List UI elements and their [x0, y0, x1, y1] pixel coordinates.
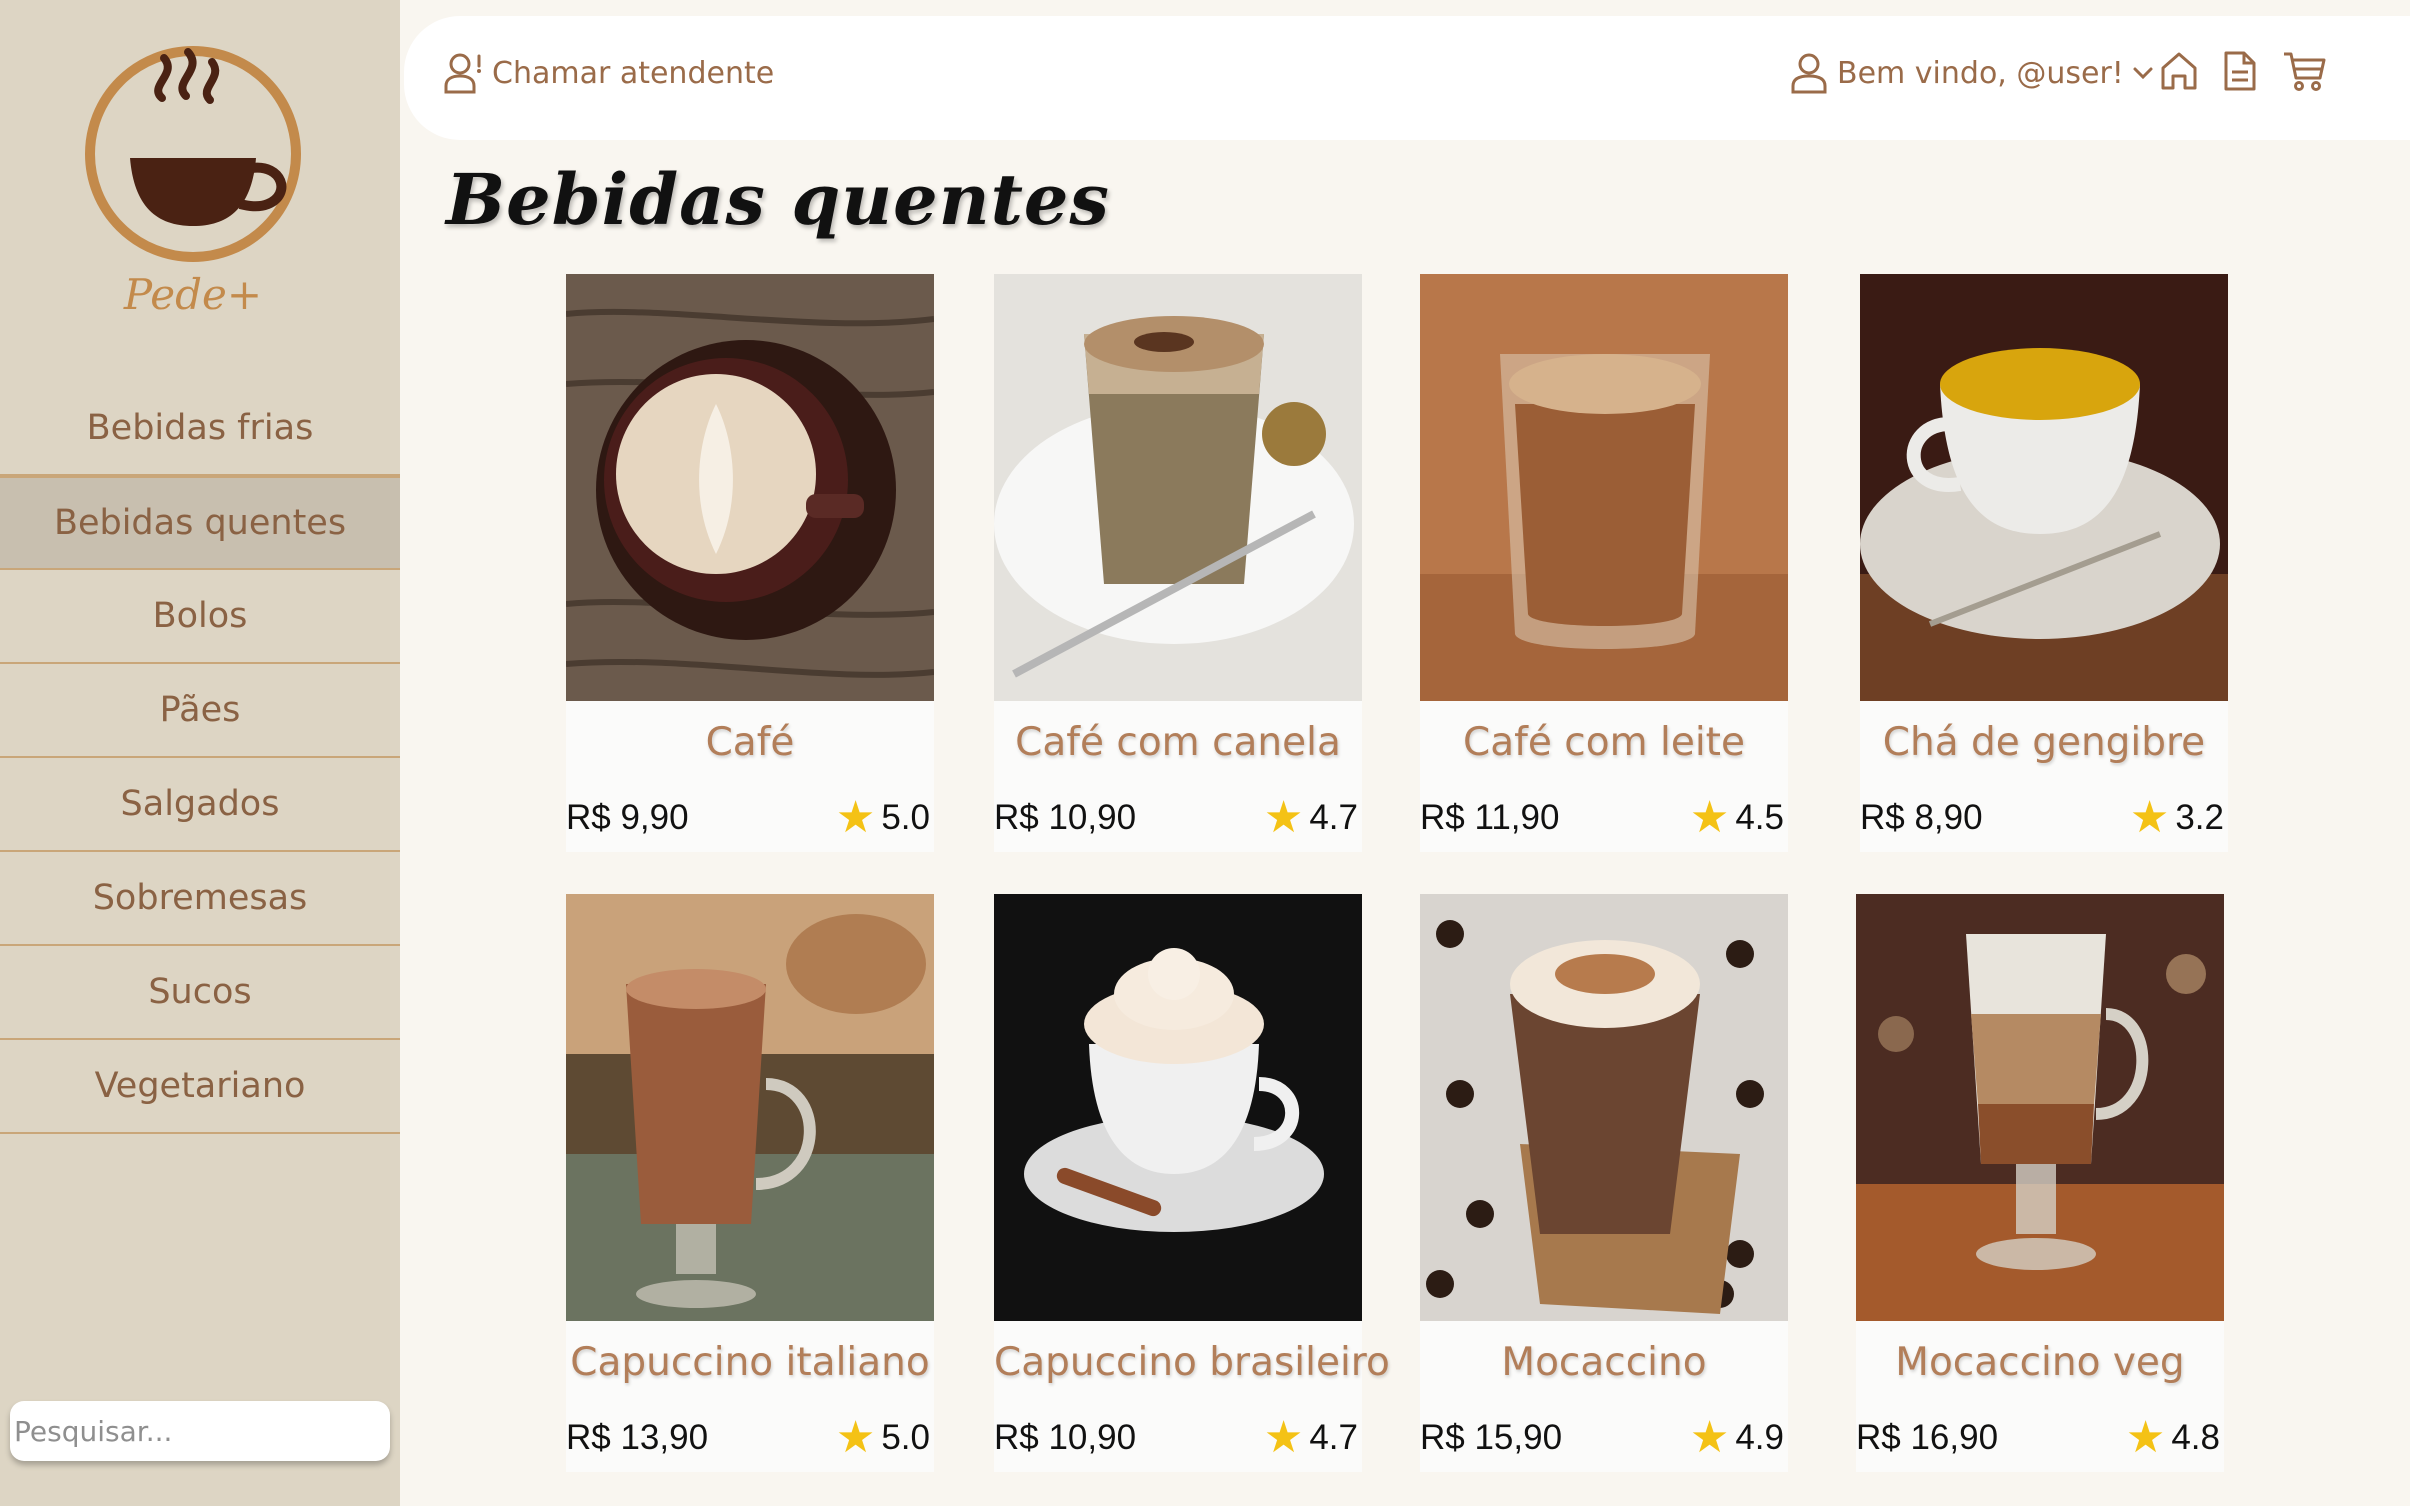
- star-icon: ★: [1689, 1413, 1730, 1462]
- rating-value: 4.8: [2171, 1418, 2220, 1457]
- product-name: Mocaccino veg: [1895, 1340, 2185, 1385]
- product-price: R$ 10,90: [994, 798, 1137, 837]
- sidebar-item-sucos[interactable]: Sucos: [0, 946, 400, 1040]
- call-attendant-button[interactable]: Chamar atendente: [444, 52, 774, 94]
- product-card[interactable]: Café com canela R$ 10,90 ★ 4.7: [994, 274, 1362, 852]
- cart-button[interactable]: [2282, 50, 2326, 96]
- product-price: R$ 8,90: [1860, 798, 1983, 837]
- orders-button[interactable]: [2222, 50, 2258, 96]
- rating-value: 5.0: [881, 1418, 930, 1457]
- rating-value: 4.7: [1309, 798, 1358, 837]
- product-price: R$ 16,90: [1856, 1418, 1999, 1457]
- rating-value: 4.7: [1309, 1418, 1358, 1457]
- cart-icon: [2284, 52, 2326, 91]
- rating-value: 4.9: [1735, 1418, 1784, 1457]
- product-image: [566, 274, 934, 701]
- sidebar-item-paes[interactable]: Pães: [0, 664, 400, 758]
- sidebar-item-bebidas-frias[interactable]: Bebidas frias: [0, 382, 400, 476]
- product-price: R$ 9,90: [566, 798, 689, 837]
- sidebar-item-vegetariano[interactable]: Vegetariano: [0, 1040, 400, 1134]
- product-price: R$ 11,90: [1420, 798, 1560, 837]
- product-card[interactable]: Mocaccino R$ 15,90 ★ 4.9: [1420, 894, 1788, 1472]
- category-nav: Bebidas frias Bebidas quentes Bolos Pães…: [0, 382, 400, 1134]
- star-icon: ★: [2125, 1413, 2166, 1462]
- rating-value: 5.0: [881, 798, 930, 837]
- product-rating: ★ 4.5: [1690, 796, 1784, 840]
- product-name: Café com canela: [1015, 720, 1341, 765]
- product-card[interactable]: Café R$ 9,90 ★ 5.0: [566, 274, 934, 852]
- rating-value: 4.5: [1735, 798, 1784, 837]
- call-attendant-label: Chamar atendente: [492, 55, 775, 91]
- star-icon: ★: [1263, 1413, 1304, 1462]
- brand-name: Pede+: [123, 270, 263, 319]
- product-image: [1856, 894, 2224, 1321]
- product-rating: ★ 4.8: [2126, 1416, 2220, 1460]
- brand-logo[interactable]: Pede+: [82, 38, 304, 328]
- user-alert-icon: [444, 53, 481, 94]
- product-name: Mocaccino: [1501, 1340, 1707, 1385]
- chevron-down-icon: [2133, 67, 2153, 80]
- product-name: Capuccino brasileiro: [994, 1340, 1390, 1385]
- sidebar-item-salgados[interactable]: Salgados: [0, 758, 400, 852]
- home-button[interactable]: [2159, 50, 2199, 96]
- search-input[interactable]: [10, 1401, 390, 1461]
- product-image: [1860, 274, 2228, 701]
- star-icon: ★: [1263, 793, 1304, 842]
- product-image: [994, 894, 1362, 1321]
- product-card[interactable]: Capuccino brasileiro R$ 10,90 ★ 4.7: [994, 894, 1390, 1472]
- document-icon: [2224, 51, 2256, 91]
- product-card[interactable]: Mocaccino veg R$ 16,90 ★ 4.8: [1856, 894, 2224, 1472]
- welcome-label: Bem vindo, @user!: [1837, 55, 2124, 91]
- product-name: Café com leite: [1463, 720, 1745, 765]
- user-menu[interactable]: Bem vindo, @user!: [1789, 52, 2154, 94]
- user-icon: [1791, 53, 1827, 94]
- product-rating: ★ 3.2: [2130, 796, 2224, 840]
- top-header: Chamar atendente Bem vindo, @user!: [404, 16, 2410, 140]
- sidebar: Pede+ Bebidas frias Bebidas quentes Bolo…: [0, 0, 400, 1506]
- star-icon: ★: [835, 1413, 876, 1462]
- product-card[interactable]: Café com leite R$ 11,90 ★ 4.5: [1420, 274, 1788, 852]
- product-name: Café: [705, 720, 795, 765]
- coffee-cup-logo-icon: [85, 46, 301, 262]
- product-price: R$ 13,90: [566, 1418, 709, 1457]
- star-icon: ★: [2129, 793, 2170, 842]
- product-price: R$ 10,90: [994, 1418, 1137, 1457]
- product-image: [1420, 894, 1788, 1321]
- product-rating: ★ 4.7: [1264, 1416, 1358, 1460]
- product-image: [566, 894, 934, 1321]
- product-name: Capuccino italiano: [570, 1340, 930, 1385]
- product-card[interactable]: Chá de gengibre R$ 8,90 ★ 3.2: [1860, 274, 2228, 852]
- star-icon: ★: [1689, 793, 1730, 842]
- star-icon: ★: [835, 793, 876, 842]
- page-title: Bebidas quentes: [446, 158, 1110, 241]
- product-image: [994, 274, 1362, 701]
- product-rating: ★ 4.9: [1690, 1416, 1784, 1460]
- product-name: Chá de gengibre: [1882, 720, 2206, 765]
- sidebar-item-bolos[interactable]: Bolos: [0, 570, 400, 664]
- product-price: R$ 15,90: [1420, 1418, 1563, 1457]
- sidebar-item-sobremesas[interactable]: Sobremesas: [0, 852, 400, 946]
- product-rating: ★ 5.0: [836, 796, 930, 840]
- rating-value: 3.2: [2175, 798, 2224, 837]
- product-card[interactable]: Capuccino italiano R$ 13,90 ★ 5.0: [566, 894, 934, 1472]
- product-image: [1420, 274, 1788, 701]
- sidebar-item-bebidas-quentes[interactable]: Bebidas quentes: [0, 476, 400, 570]
- home-icon: [2161, 52, 2197, 90]
- product-rating: ★ 4.7: [1264, 796, 1358, 840]
- product-rating: ★ 5.0: [836, 1416, 930, 1460]
